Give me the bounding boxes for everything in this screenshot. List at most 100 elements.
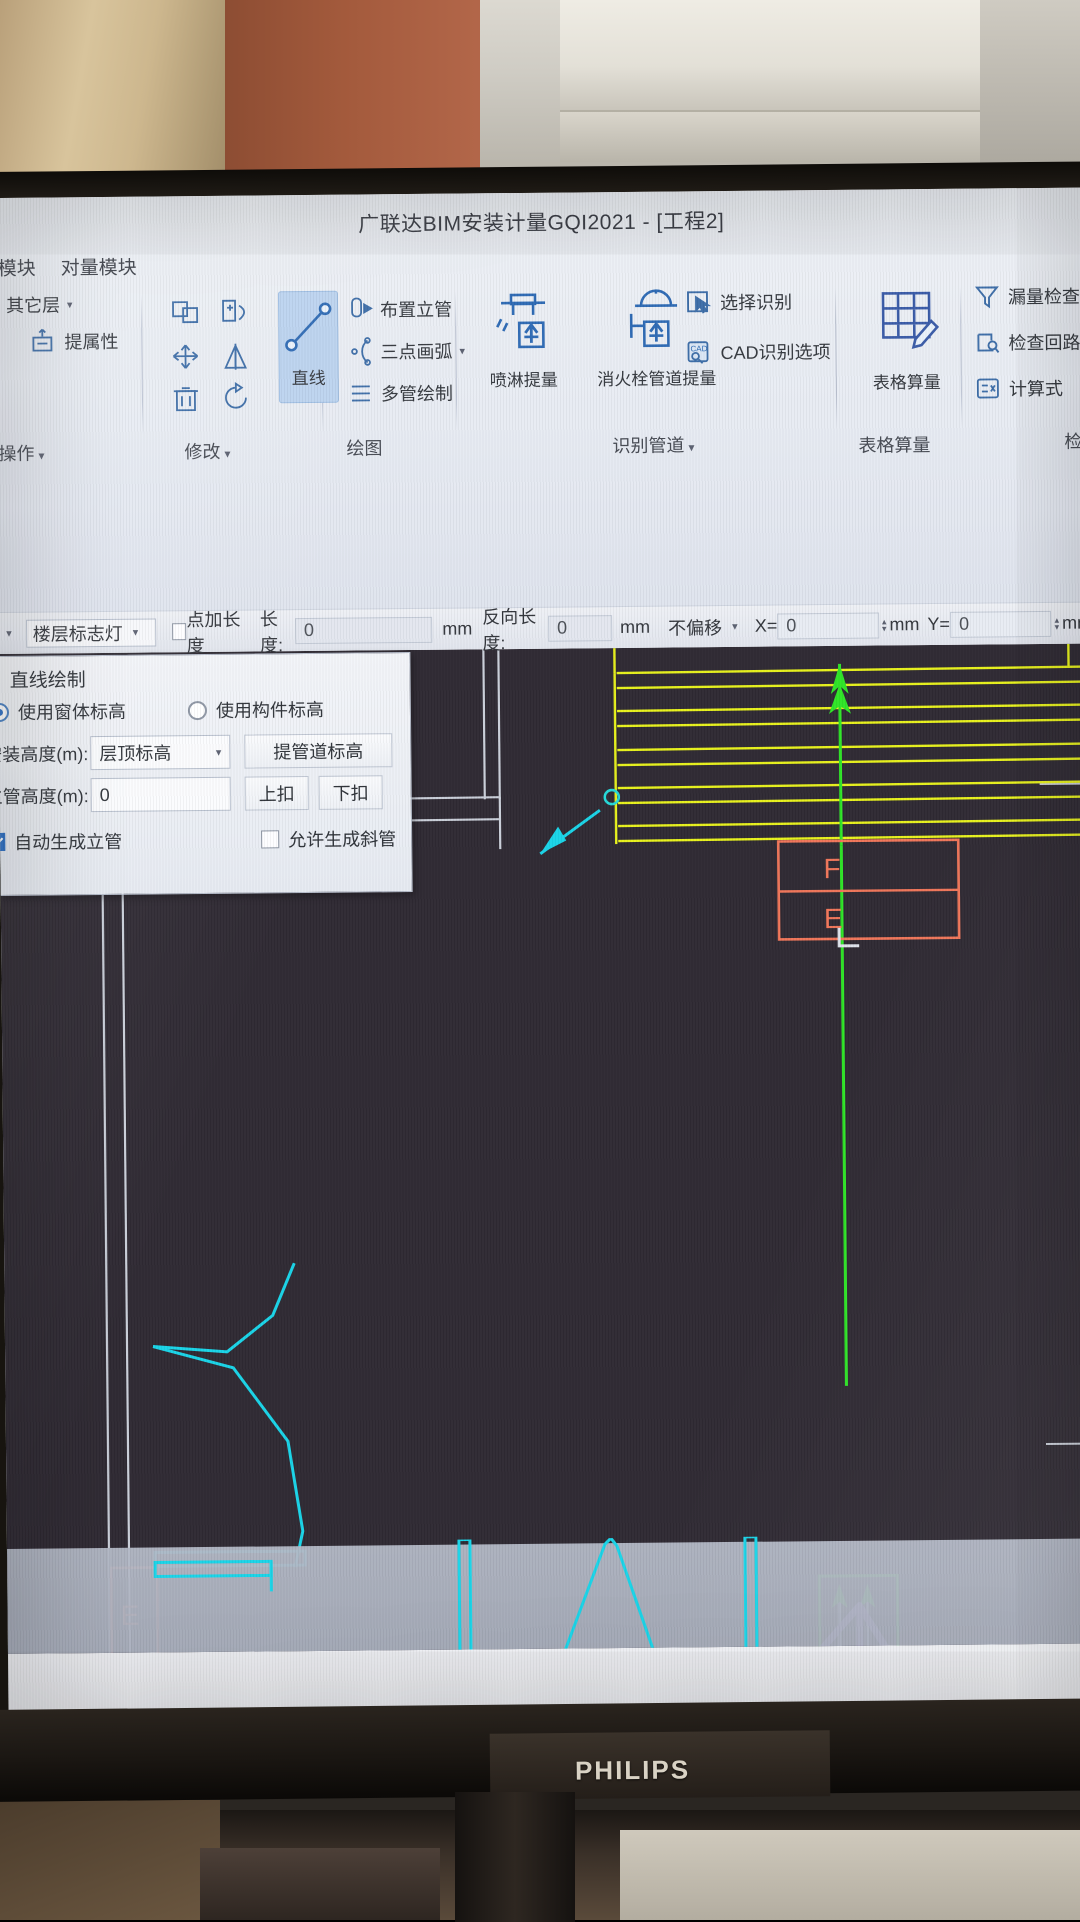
ribbon-button-three-point-arc[interactable]: 三点画弧 ▾ (347, 335, 465, 366)
install-height-select-value: 层顶标高 (99, 739, 171, 766)
riser-height-row: 立管高度(m): (0, 782, 89, 809)
ribbon-button-table-quantity[interactable]: 表格算量 (853, 283, 960, 394)
desk-left-surface (0, 1800, 220, 1920)
ribbon-button-formula[interactable]: 计算式 (974, 374, 1063, 403)
title-bar: 广联达BIM安装计量GQI2021 - [工程2] (0, 187, 1080, 247)
ribbon-button-check-circuit[interactable]: 检查回路 (973, 328, 1080, 357)
ribbon-button-copy[interactable] (167, 296, 205, 335)
ribbon-button-extract-property[interactable]: 提属性 (29, 327, 118, 356)
x-spinner[interactable]: ▴▾ (882, 618, 887, 632)
chevron-down-icon[interactable]: ▾ (224, 447, 230, 461)
ribbon-group-label-modify-text: 修改 (184, 442, 220, 462)
ribbon-tab-module[interactable]: 更模块 (0, 254, 36, 282)
ribbon-button-three-point-arc-label: 三点画弧 (380, 338, 452, 365)
y-unit: mm (1062, 612, 1080, 633)
ribbon-button-rotate[interactable] (218, 381, 256, 420)
auto-generate-riser-checkbox-row[interactable]: 自动生成立管 (0, 828, 122, 855)
ribbon-button-other-layer[interactable]: 其它层 ▾ (0, 291, 73, 318)
ribbon-button-move[interactable] (167, 340, 205, 379)
down-offset-button-label: 下扣 (333, 779, 369, 805)
ribbon-button-select-recognize[interactable]: 选择识别 (683, 286, 792, 317)
install-height-row: 安装高度(m): (0, 740, 88, 767)
x-label: X= (755, 616, 778, 637)
screen: F E (0, 187, 1080, 1711)
y-input[interactable]: 0 (950, 610, 1052, 637)
chevron-down-icon[interactable]: ▾ (688, 440, 694, 454)
extract-property-icon (29, 327, 57, 355)
ribbon-button-place-riser[interactable]: 布置立管 (347, 294, 452, 325)
ribbon-button-hydrant-pipe-quantity-label: 消火栓管道提量 (582, 364, 732, 390)
line-draw-dialog[interactable]: 直线绘制 使用窗体标高 使用构件标高 安装高度(m): 层顶标高 ▾ 提管道标高… (0, 652, 413, 896)
ribbon-group-label-check-text: 检 (1064, 432, 1080, 452)
chevron-down-icon[interactable]: ▾ (133, 626, 139, 639)
monitor: F E (0, 172, 1080, 1792)
table-quantity-icon (853, 283, 960, 367)
extend-icon (217, 295, 255, 329)
ribbon-group-label-modify: 修改 ▾ (184, 438, 230, 464)
radio-use-window-elevation[interactable]: 使用窗体标高 (0, 698, 126, 725)
ribbon-button-mirror[interactable] (217, 339, 255, 378)
x-input[interactable]: 0 (777, 612, 879, 639)
down-offset-button[interactable]: 下扣 (319, 775, 383, 810)
auto-generate-riser-checkbox[interactable] (0, 833, 5, 851)
component-select-value: 楼层标志灯 (33, 619, 123, 646)
x-input-value: 0 (786, 615, 796, 636)
chevron-down-icon[interactable]: ▾ (6, 627, 12, 640)
reverse-length-input[interactable]: 0 (548, 615, 612, 642)
formula-icon (974, 374, 1002, 402)
ribbon-tab-quantity[interactable]: 对量模块 (61, 253, 137, 281)
ribbon-button-cad-recognize-options[interactable]: CAD CAD识别选项 (683, 336, 830, 367)
offset-select[interactable]: 不偏移 ▾ (662, 612, 751, 641)
room-right-gap (980, 0, 1080, 180)
chevron-down-icon[interactable]: ▾ (38, 449, 44, 463)
ribbon-button-extend[interactable] (217, 295, 255, 334)
leak-check-icon (973, 282, 1001, 310)
rotate-icon (218, 381, 256, 415)
green-pipe-run (829, 664, 858, 1386)
y-label: Y= (927, 614, 950, 635)
ribbon-group-label-check: 检 (1064, 428, 1080, 454)
riser-height-input[interactable]: 0 (91, 777, 231, 812)
ribbon-button-leak-check[interactable]: 漏量检查 (973, 282, 1080, 311)
ribbon-button-line-tool-label: 直线 (280, 364, 338, 390)
length-input-value: 0 (304, 620, 314, 641)
ribbon-button-place-riser-label: 布置立管 (380, 296, 452, 323)
auto-generate-riser-label: 自动生成立管 (14, 828, 122, 855)
snap-point-marker (540, 790, 620, 854)
radio-use-window-elevation-button[interactable] (0, 702, 9, 721)
allow-slope-pipe-checkbox-row[interactable]: 允许生成斜管 (261, 825, 396, 852)
svg-text:F: F (823, 853, 840, 884)
sprinkler-quantity-icon (467, 288, 580, 364)
up-offset-button[interactable]: 上扣 (245, 776, 309, 811)
ribbon-group-label-common-ops-text: 用操作 (0, 444, 35, 465)
point-add-length-checkbox[interactable] (172, 623, 187, 640)
chevron-down-icon[interactable]: ▾ (67, 298, 73, 311)
allow-slope-pipe-checkbox[interactable] (261, 830, 279, 848)
extract-pipe-elevation-button[interactable]: 提管道标高 (244, 733, 392, 768)
radio-use-component-elevation-button[interactable] (188, 700, 207, 719)
install-height-label: 安装高度(m): (0, 740, 88, 767)
ribbon-button-sprinkler-quantity[interactable]: 喷淋提量 (467, 288, 580, 391)
component-select[interactable]: 楼层标志灯 ▾ (26, 618, 156, 647)
offset-select-value: 不偏移 (668, 614, 722, 641)
y-spinner[interactable]: ▴▾ (1055, 616, 1060, 630)
check-circuit-icon (973, 328, 1001, 356)
ribbon-button-delete[interactable] (168, 382, 206, 421)
install-height-select[interactable]: 层顶标高 ▾ (90, 735, 230, 770)
y-input-value: 0 (959, 614, 969, 635)
chevron-down-icon[interactable]: ▾ (216, 745, 222, 758)
ribbon-group-label-draw-text: 绘图 (346, 438, 382, 458)
ribbon-button-cad-recognize-options-label: CAD识别选项 (720, 338, 830, 365)
ribbon-button-line-tool[interactable]: 直线 (279, 295, 338, 390)
ribbon-button-other-layer-label: 其它层 (6, 291, 60, 318)
ribbon-button-table-quantity-label: 表格算量 (854, 368, 960, 394)
length-label: 长度: (260, 605, 295, 657)
ribbon-button-multi-pipe-draw[interactable]: 多管绘制 (348, 378, 453, 409)
monitor-stand-neck (455, 1792, 575, 1922)
desk-paper-box (620, 1830, 1080, 1920)
up-offset-button-label: 上扣 (259, 780, 295, 806)
chevron-down-icon[interactable]: ▾ (459, 344, 465, 357)
chevron-down-icon[interactable]: ▾ (732, 620, 738, 633)
length-input[interactable]: 0 (295, 616, 433, 643)
radio-use-component-elevation[interactable]: 使用构件标高 (188, 696, 324, 723)
